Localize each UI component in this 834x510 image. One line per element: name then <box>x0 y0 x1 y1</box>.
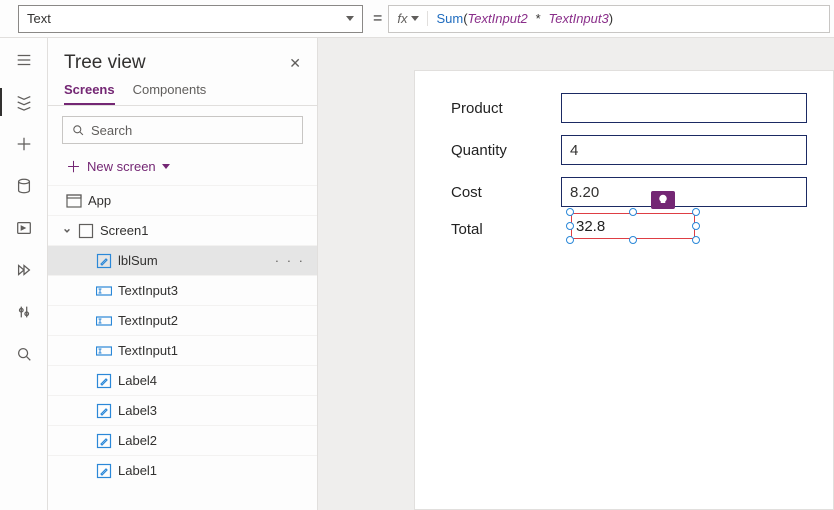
tree-node-app[interactable]: App <box>48 185 317 215</box>
form-row-total: Total <box>451 221 561 238</box>
tree-node-label: Label2 <box>118 433 157 448</box>
resize-handle[interactable] <box>692 222 700 230</box>
tree-node-label1[interactable]: Label1 <box>48 455 317 485</box>
search-icon <box>71 123 85 137</box>
resize-handle[interactable] <box>629 236 637 244</box>
screen-icon <box>78 223 94 239</box>
tree-node-label: Label3 <box>118 403 157 418</box>
fx-label[interactable]: fx <box>389 11 428 26</box>
data-icon[interactable] <box>14 176 34 196</box>
search-placeholder: Search <box>91 123 132 138</box>
search-input[interactable]: Search <box>62 116 303 144</box>
input-quantity[interactable]: 4 <box>561 135 807 165</box>
resize-handle[interactable] <box>692 236 700 244</box>
resize-handle[interactable] <box>566 208 574 216</box>
form-row-quantity: Quantity 4 <box>451 135 807 165</box>
textinput-icon <box>96 343 112 359</box>
form-row-product: Product <box>451 93 807 123</box>
plus-icon[interactable] <box>14 134 34 154</box>
selected-control-lblsum[interactable]: 32.8 <box>571 213 695 239</box>
screen-canvas[interactable]: Product Quantity 4 Cost 8.20 Total 32.8 <box>414 70 834 510</box>
resize-handle[interactable] <box>629 208 637 216</box>
label-cost: Cost <box>451 184 561 201</box>
chevron-down-icon <box>162 164 170 169</box>
input-cost[interactable]: 8.20 <box>561 177 807 207</box>
tree-node-label: Label1 <box>118 463 157 478</box>
tree-node-label4[interactable]: Label4 <box>48 365 317 395</box>
media-icon[interactable] <box>14 218 34 238</box>
textinput-icon <box>96 313 112 329</box>
label-icon <box>96 403 112 419</box>
tree-view-icon[interactable] <box>14 92 34 112</box>
label-icon <box>96 433 112 449</box>
chevron-down-icon <box>411 16 419 21</box>
tree-node-label: TextInput3 <box>118 283 178 298</box>
formula-indicator-icon[interactable] <box>651 191 675 209</box>
tree-node-label3[interactable]: Label3 <box>48 395 317 425</box>
tree-panel: Tree view ✕ Screens Components Search ＋ … <box>48 38 318 510</box>
hamburger-icon[interactable] <box>14 50 34 70</box>
form-row-cost: Cost 8.20 <box>451 177 807 207</box>
label-quantity: Quantity <box>451 142 561 159</box>
resize-handle[interactable] <box>566 222 574 230</box>
left-rail <box>0 38 48 510</box>
new-screen-button[interactable]: ＋ New screen <box>48 152 317 185</box>
property-select[interactable]: Text <box>18 5 363 33</box>
tree-title: Tree view <box>64 52 146 74</box>
formula-bar: Text = fx Sum(TextInput2 * TextInput3) <box>0 0 834 38</box>
tree-node-label: Screen1 <box>100 223 148 238</box>
new-screen-label: New screen <box>87 159 156 174</box>
tree-node-textinput2[interactable]: TextInput2 <box>48 305 317 335</box>
label-icon <box>96 373 112 389</box>
tree-node-label2[interactable]: Label2 <box>48 425 317 455</box>
tree-node-label: App <box>88 193 111 208</box>
plus-icon: ＋ <box>66 156 81 177</box>
resize-handle[interactable] <box>692 208 700 216</box>
tree-node-label: lblSum <box>118 253 158 268</box>
equals-sign: = <box>373 10 382 28</box>
tab-components[interactable]: Components <box>133 82 207 105</box>
search-rail-icon[interactable] <box>14 344 34 364</box>
textinput-icon <box>96 283 112 299</box>
tree-node-lblsum[interactable]: lblSum · · · <box>48 245 317 275</box>
tree-node-screen1[interactable]: Screen1 <box>48 215 317 245</box>
settings-icon[interactable] <box>14 302 34 322</box>
app-icon <box>66 193 82 209</box>
tree-nodes: App Screen1 lblSum · · · TextInput3 Text… <box>48 185 317 510</box>
flows-icon[interactable] <box>14 260 34 280</box>
tree-node-label: TextInput2 <box>118 313 178 328</box>
label-total: Total <box>451 221 561 238</box>
chevron-down-icon <box>346 16 354 21</box>
label-icon <box>96 463 112 479</box>
tree-node-textinput3[interactable]: TextInput3 <box>48 275 317 305</box>
tree-tabs: Screens Components <box>48 76 317 106</box>
label-product: Product <box>451 100 561 117</box>
chevron-down-icon[interactable] <box>62 227 72 235</box>
tree-node-label: TextInput1 <box>118 343 178 358</box>
close-icon[interactable]: ✕ <box>289 55 301 72</box>
resize-handle[interactable] <box>566 236 574 244</box>
tab-screens[interactable]: Screens <box>64 82 115 105</box>
canvas-area: Product Quantity 4 Cost 8.20 Total 32.8 <box>318 38 834 510</box>
tree-node-textinput1[interactable]: TextInput1 <box>48 335 317 365</box>
formula-input[interactable]: fx Sum(TextInput2 * TextInput3) <box>388 5 830 33</box>
input-product[interactable] <box>561 93 807 123</box>
more-icon[interactable]: · · · <box>275 253 305 268</box>
label-icon <box>96 253 112 269</box>
main-area: Tree view ✕ Screens Components Search ＋ … <box>0 38 834 510</box>
tree-node-label: Label4 <box>118 373 157 388</box>
property-select-value: Text <box>27 11 51 26</box>
formula-text[interactable]: Sum(TextInput2 * TextInput3) <box>428 11 621 27</box>
